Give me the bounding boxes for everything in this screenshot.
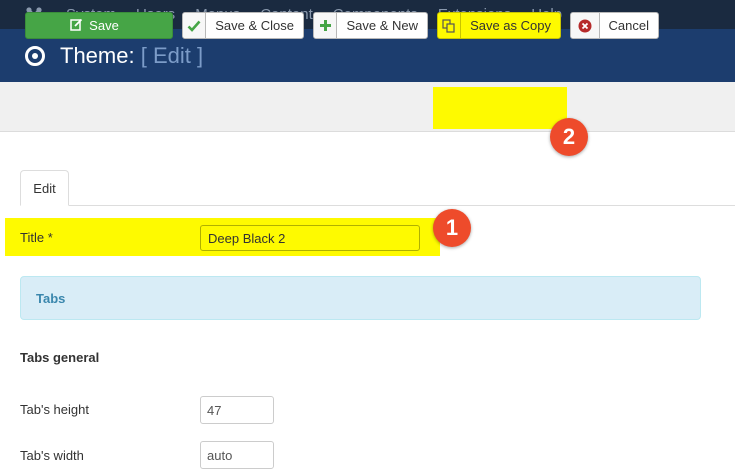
tab-width-input[interactable]	[200, 441, 274, 469]
save-close-label: Save & Close	[215, 18, 294, 33]
edit-icon	[70, 18, 83, 34]
save-as-copy-highlight	[433, 87, 567, 129]
page-title-sub: [ Edit ]	[140, 42, 204, 68]
save-as-copy-label: Save as Copy	[470, 18, 551, 33]
save-as-copy-button[interactable]: Save as Copy	[437, 12, 561, 39]
tabs-info-panel: Tabs	[20, 276, 701, 320]
plus-icon	[314, 13, 338, 38]
tab-edit[interactable]: Edit	[20, 170, 69, 206]
tab-height-input[interactable]	[200, 396, 274, 424]
tab-width-label: Tab's width	[20, 448, 84, 463]
save-button-label: Save	[89, 18, 119, 33]
page-title-main: Theme:	[60, 42, 135, 68]
title-label: Title *	[20, 230, 53, 245]
toolbar	[0, 82, 735, 132]
step-1-badge: 1	[433, 209, 471, 247]
cancel-circle-icon	[571, 13, 600, 38]
section-heading-tabs-general: Tabs general	[20, 350, 100, 365]
tab-divider	[20, 205, 735, 206]
save-button[interactable]: Save	[25, 12, 173, 39]
theme-icon	[25, 45, 45, 66]
copy-icon	[438, 13, 462, 38]
checkmark-icon	[183, 13, 207, 38]
cancel-label: Cancel	[608, 18, 649, 33]
tabs-panel-title: Tabs	[36, 290, 66, 306]
save-new-button[interactable]: Save & New	[313, 12, 428, 39]
title-input[interactable]	[200, 225, 420, 251]
save-new-label: Save & New	[346, 18, 418, 33]
step-2-badge: 2	[550, 118, 588, 156]
page-title: Theme: [ Edit ]	[60, 43, 203, 69]
save-close-button[interactable]: Save & Close	[182, 12, 304, 39]
tab-height-label: Tab's height	[20, 402, 89, 417]
cancel-button[interactable]: Cancel	[570, 12, 659, 39]
